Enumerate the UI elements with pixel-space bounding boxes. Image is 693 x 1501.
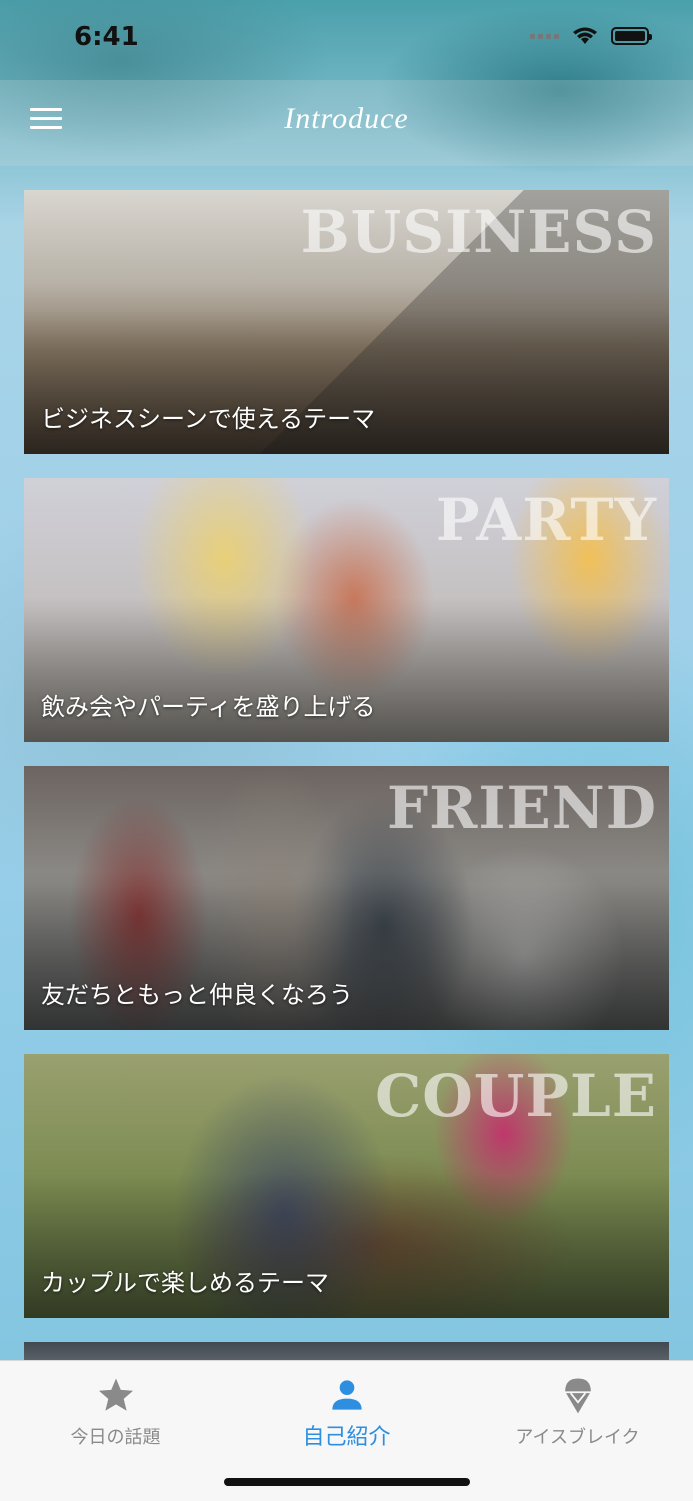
card-friend[interactable]: FRIEND 友だちともっと仲良くなろう: [24, 766, 669, 1030]
tab-label: アイスブレイク: [515, 1427, 640, 1448]
status-icons: [530, 26, 652, 46]
card-english-label: FRIEND: [386, 774, 657, 842]
home-indicator[interactable]: [224, 1478, 470, 1486]
battery-icon: [611, 27, 652, 45]
card-caption: 飲み会やパーティを盛り上げる: [41, 693, 376, 721]
card-caption: カップルで楽しめるテーマ: [41, 1269, 329, 1297]
navigation-bar: Introduce: [0, 80, 693, 166]
card-caption: 友だちともっと仲良くなろう: [41, 981, 353, 1009]
ice-cream-icon: [564, 1378, 591, 1414]
tab-label: 今日の話題: [70, 1427, 161, 1448]
card-business[interactable]: BUSINESS ビジネスシーンで使えるテーマ: [24, 190, 669, 454]
status-bar: 6:41: [0, 0, 693, 80]
tab-self-intro[interactable]: 自己紹介: [231, 1373, 462, 1451]
theme-card-list: BUSINESS ビジネスシーンで使えるテーマ PARTY 飲み会やパーティを盛…: [24, 190, 669, 1342]
card-english-label: BUSINESS: [300, 198, 657, 266]
tab-label: 自己紹介: [302, 1425, 391, 1450]
tab-ice-break[interactable]: アイスブレイク: [462, 1373, 693, 1449]
tab-today-topic[interactable]: 今日の話題: [0, 1373, 231, 1449]
wifi-icon: [573, 27, 597, 44]
card-english-label: PARTY: [435, 486, 657, 554]
card-caption: ビジネスシーンで使えるテーマ: [41, 405, 376, 433]
card-party[interactable]: PARTY 飲み会やパーティを盛り上げる: [24, 478, 669, 742]
page-title: Introduce: [284, 102, 409, 135]
cellular-signal-icon: [530, 33, 559, 39]
star-icon: [98, 1378, 133, 1411]
card-couple[interactable]: COUPLE カップルで楽しめるテーマ: [24, 1054, 669, 1318]
person-icon: [331, 1380, 362, 1410]
status-time: 6:41: [74, 22, 139, 52]
card-english-label: COUPLE: [375, 1062, 657, 1130]
